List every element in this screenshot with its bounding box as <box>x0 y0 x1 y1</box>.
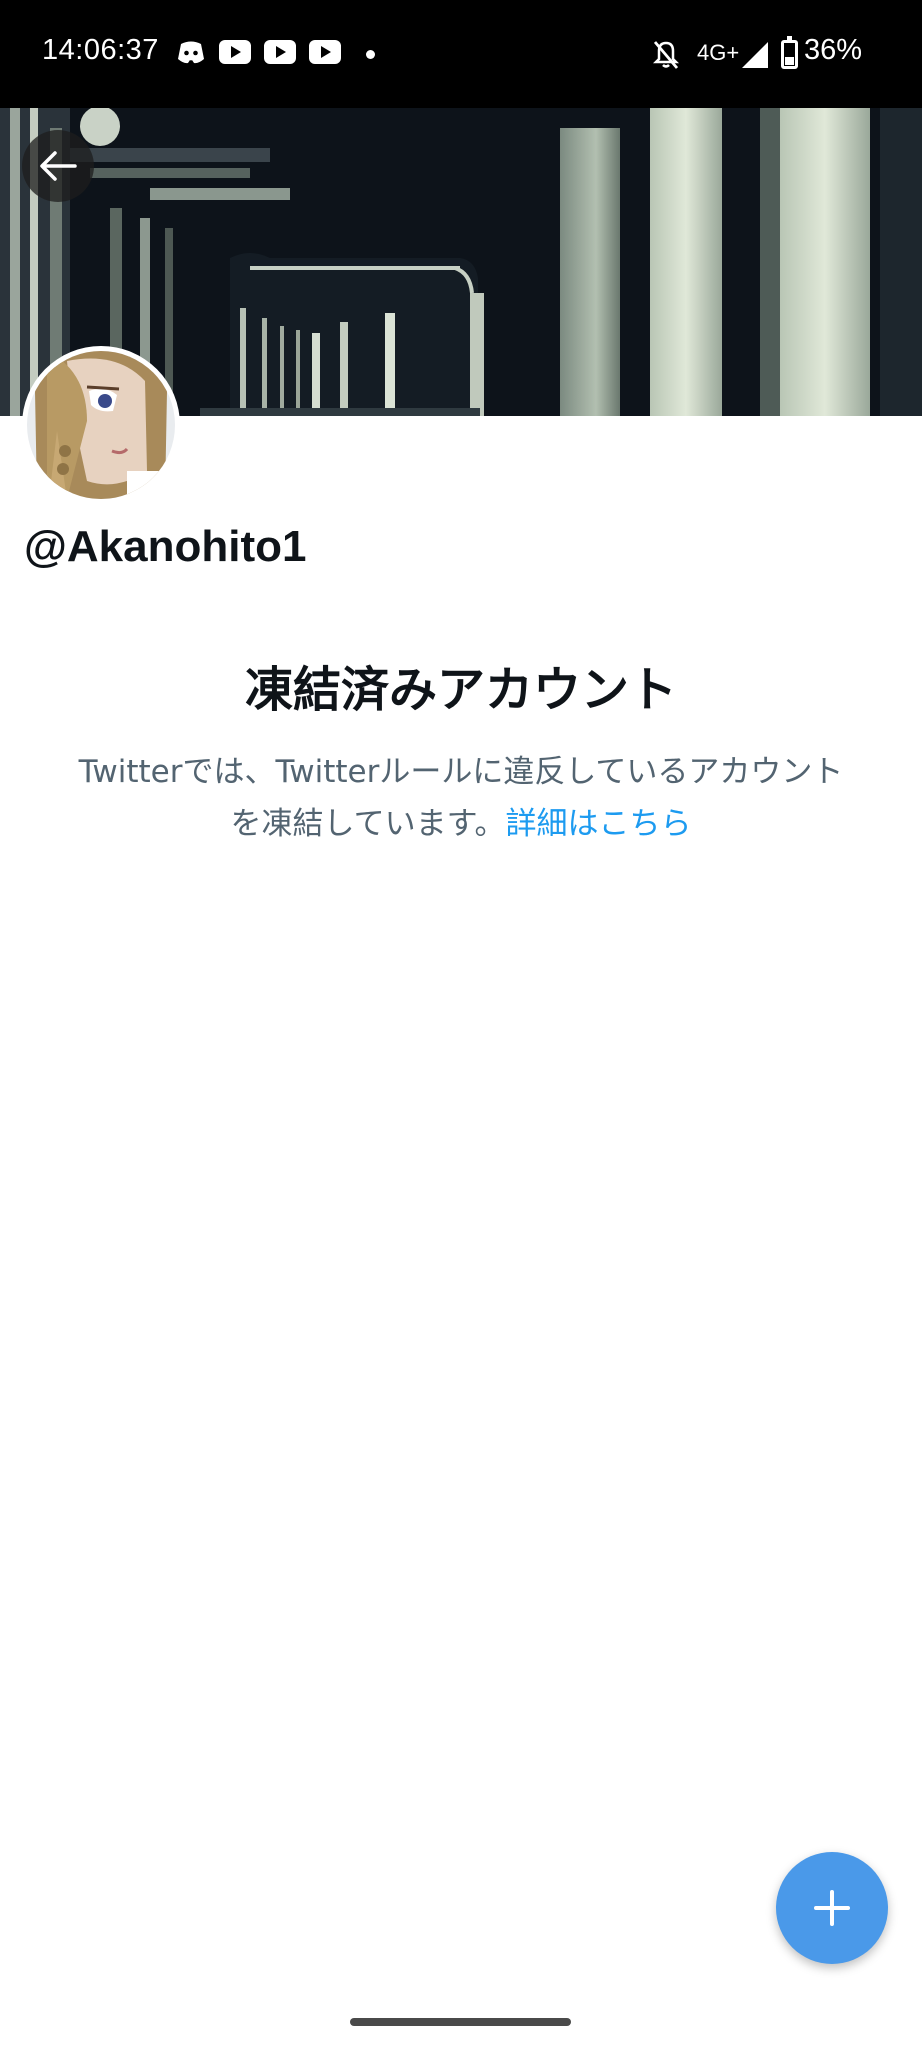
avatar[interactable] <box>22 346 180 504</box>
dot-icon <box>366 50 375 59</box>
bell-off-icon <box>652 41 680 69</box>
plus-icon <box>814 1890 850 1926</box>
back-button[interactable] <box>22 130 94 202</box>
network-label: 4G+ <box>697 40 740 65</box>
youtube-icon <box>264 40 296 64</box>
avatar-image <box>27 351 175 499</box>
suspended-title: 凍結済みアカウント <box>244 662 677 718</box>
battery-icon <box>781 36 798 69</box>
home-indicator[interactable] <box>350 2018 571 2026</box>
profile-handle: @Akanohito1 <box>24 522 307 571</box>
status-time: 14:06:37 <box>42 34 159 66</box>
battery-percent: 36% <box>803 34 862 66</box>
arrow-left-icon <box>40 151 77 181</box>
suspended-message-text: Twitterでは、Twitterルールに違反しているアカウントを凍結しています… <box>78 754 844 842</box>
status-bar: 14:06:37 4G+ 36% <box>0 0 922 108</box>
learn-more-link[interactable]: 詳細はこちら <box>505 806 691 842</box>
suspended-message: Twitterでは、Twitterルールに違反しているアカウントを凍結しています… <box>70 746 852 850</box>
discord-icon <box>178 41 204 64</box>
youtube-icon <box>309 40 341 64</box>
youtube-icon <box>219 40 251 64</box>
signal-icon <box>742 42 768 68</box>
compose-button[interactable] <box>776 1852 888 1964</box>
